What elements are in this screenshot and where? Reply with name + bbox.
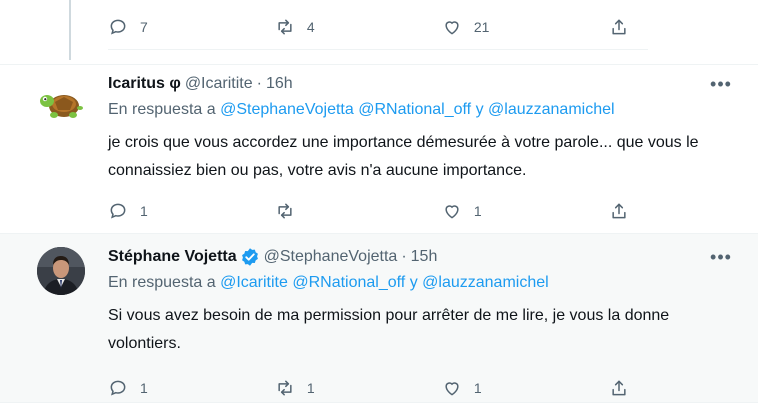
username-handle[interactable]: @Icaritite <box>185 75 253 93</box>
separator-dot: · <box>401 248 407 265</box>
share-icon <box>612 19 626 35</box>
tweet-thread: 7 4 21 Icaritus φ @Icaritite · 16h ••• E… <box>0 0 758 418</box>
more-options-button[interactable]: ••• <box>706 246 736 268</box>
reply-prefix: En respuesta a <box>108 274 216 291</box>
retweet-icon <box>278 19 292 35</box>
timestamp[interactable]: 15h <box>411 248 438 266</box>
tweet-header: Stéphane Vojetta @StephaneVojetta · 15h <box>108 246 736 268</box>
share-icon <box>612 203 626 219</box>
share-action[interactable] <box>609 17 648 37</box>
mention-link[interactable]: @Icaritite <box>220 274 288 291</box>
heart-icon <box>445 382 459 396</box>
reply-context: En respuesta a @StephaneVojetta @RNation… <box>108 101 736 119</box>
tweet-text: je crois que vous accordez une importanc… <box>108 134 699 179</box>
reply-action[interactable]: 1 <box>108 378 275 398</box>
retweet-action[interactable]: 1 <box>275 378 442 398</box>
like-count: 21 <box>473 19 490 35</box>
retweet-action[interactable]: 4 <box>275 17 442 37</box>
retweet-icon <box>278 380 292 396</box>
like-action[interactable]: 21 <box>442 17 609 37</box>
mention-connector: y <box>409 274 418 291</box>
tweet-icaritite[interactable]: Icaritus φ @Icaritite · 16h ••• En respu… <box>0 65 758 233</box>
tweet-text: Si vous avez besoin de ma permission pou… <box>108 307 670 352</box>
separator-dot: · <box>256 75 262 92</box>
reply-icon <box>110 19 126 35</box>
like-action[interactable]: 1 <box>442 201 609 221</box>
tweet-stephanevojetta[interactable]: Stéphane Vojetta @StephaneVojetta · 15h … <box>0 234 758 402</box>
tweet-action-bar: 1 1 1 <box>108 378 648 398</box>
retweet-action[interactable] <box>275 201 442 221</box>
reply-icon <box>110 203 126 219</box>
thread-connector-line <box>69 0 71 60</box>
like-action[interactable]: 1 <box>442 378 609 398</box>
like-count: 1 <box>473 203 482 219</box>
reply-prefix: En respuesta a <box>108 101 216 118</box>
retweet-icon <box>278 203 292 219</box>
share-action[interactable] <box>609 378 648 398</box>
mention-link[interactable]: @lauzzanamichel <box>488 101 615 118</box>
reply-context: En respuesta a @Icaritite @RNational_off… <box>108 274 736 292</box>
reply-action[interactable]: 1 <box>108 201 275 221</box>
more-options-button[interactable]: ••• <box>706 73 736 95</box>
retweet-count: 4 <box>306 19 315 35</box>
share-action[interactable] <box>609 201 648 221</box>
previous-tweet-action-bar: 7 4 21 <box>108 14 648 50</box>
turtle-avatar-icon[interactable] <box>37 80 85 128</box>
reply-icon <box>110 380 126 396</box>
mention-link[interactable]: @lauzzanamichel <box>422 274 549 291</box>
like-count: 1 <box>473 380 482 396</box>
profile-photo-avatar[interactable] <box>37 247 85 295</box>
heart-icon <box>445 21 459 35</box>
display-name[interactable]: Icaritus φ <box>108 75 181 93</box>
tweet-header: Icaritus φ @Icaritite · 16h <box>108 73 736 95</box>
verified-badge-icon <box>240 247 260 267</box>
divider <box>0 402 758 403</box>
reply-count: 7 <box>140 19 148 35</box>
username-handle[interactable]: @StephaneVojetta <box>264 248 398 266</box>
timestamp[interactable]: 16h <box>266 75 293 93</box>
mention-connector: y <box>475 101 484 118</box>
reply-action[interactable]: 7 <box>108 17 275 37</box>
display-name[interactable]: Stéphane Vojetta <box>108 248 237 266</box>
reply-count: 1 <box>140 203 148 219</box>
reply-count: 1 <box>140 380 148 396</box>
mention-link[interactable]: @RNational_off <box>358 101 471 118</box>
heart-icon <box>445 205 459 219</box>
mention-link[interactable]: @StephaneVojetta <box>220 101 354 118</box>
share-icon <box>612 380 626 396</box>
mention-link[interactable]: @RNational_off <box>292 274 405 291</box>
tweet-action-bar: 1 1 <box>108 201 648 221</box>
retweet-count: 1 <box>306 380 315 396</box>
